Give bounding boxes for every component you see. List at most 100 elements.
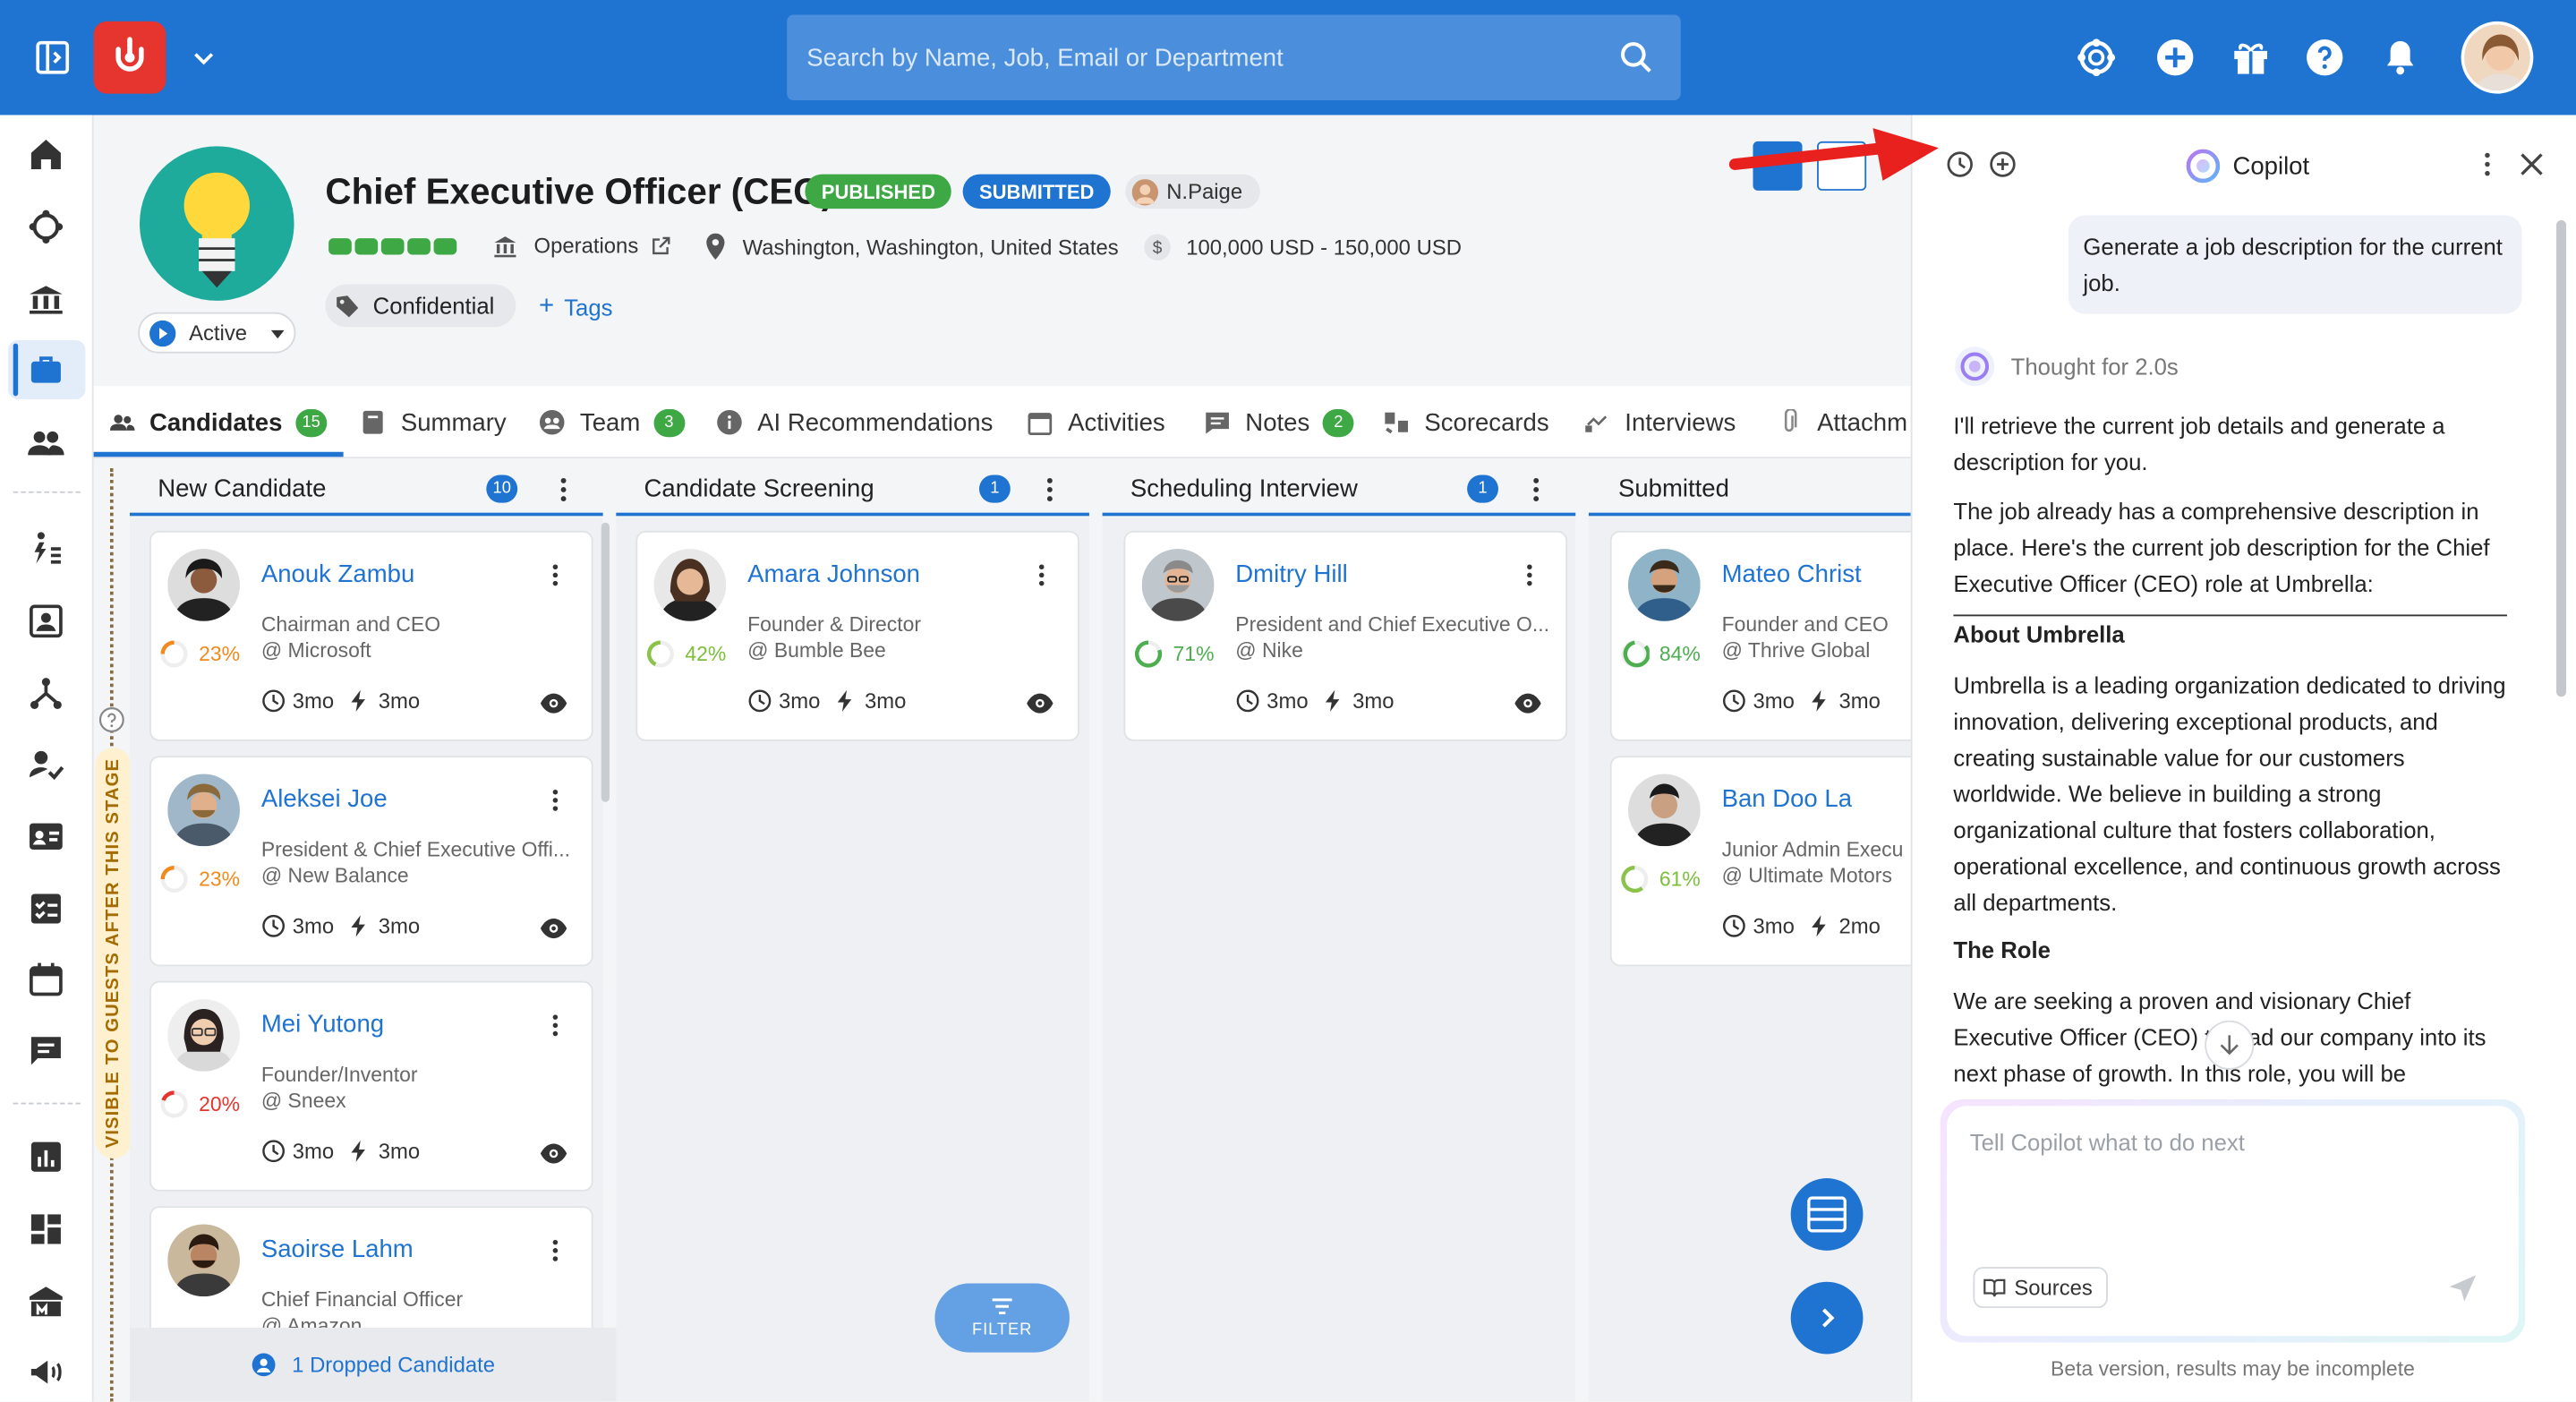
tab-interviews[interactable]: Interviews — [1583, 386, 1736, 458]
candidate-name[interactable]: Amara Johnson — [747, 560, 920, 588]
tab-team[interactable]: Team 3 — [539, 386, 685, 458]
prompt-input[interactable] — [1966, 1125, 2493, 1225]
list-view-icon — [1807, 1196, 1847, 1233]
score-ring-icon — [160, 865, 188, 893]
tasks-checklist-icon[interactable] — [26, 889, 65, 928]
external-link-icon[interactable] — [650, 235, 671, 256]
card-menu-icon[interactable] — [542, 560, 568, 590]
list-view-button[interactable] — [1790, 1178, 1864, 1251]
candidate-name[interactable]: Saoirse Lahm — [261, 1235, 414, 1263]
candidate-name[interactable]: Aleksei Joe — [261, 785, 388, 813]
stage-submitted[interactable]: Submitted — [1588, 464, 1911, 517]
card-menu-icon[interactable] — [1028, 560, 1054, 590]
candidate-name[interactable]: Dmitry Hill — [1235, 560, 1347, 588]
tab-attachments[interactable]: Attachm — [1776, 386, 1907, 458]
search-icon[interactable] — [1618, 39, 1654, 75]
bolt-icon — [351, 689, 366, 712]
approvals-icon[interactable] — [26, 744, 65, 783]
eye-icon[interactable] — [539, 917, 568, 940]
home-icon[interactable] — [26, 135, 65, 175]
help-icon[interactable] — [2303, 36, 2346, 79]
tab-notes[interactable]: Notes 2 — [1204, 386, 1354, 458]
candidate-card[interactable]: Aleksei Joe President & Chief Executive … — [149, 756, 593, 967]
thought-indicator[interactable]: Thought for 2.0s — [1953, 345, 2179, 388]
ai-assistant-icon[interactable] — [2075, 36, 2118, 79]
add-icon[interactable] — [2154, 36, 2196, 79]
help-circle-icon[interactable] — [98, 706, 124, 732]
sidebar-toggle-icon[interactable] — [33, 38, 73, 77]
org-chart-icon[interactable] — [26, 674, 65, 714]
card-menu-icon[interactable] — [542, 1011, 568, 1040]
user-avatar[interactable] — [2461, 21, 2534, 94]
company-icon[interactable] — [26, 279, 65, 319]
candidate-name[interactable]: Ban Doo La — [1722, 785, 1852, 813]
stage-scheduling-interview[interactable]: Scheduling Interview — [1102, 464, 1576, 517]
copilot-scrollbar[interactable] — [2556, 219, 2567, 697]
stage-menu-icon[interactable] — [549, 474, 578, 504]
new-chat-icon[interactable] — [1988, 150, 2017, 179]
annotation-arrow-icon — [1728, 128, 1939, 181]
eye-icon[interactable] — [1513, 692, 1542, 715]
candidate-card[interactable]: Anouk Zambu Chairman and CEO @ Microsoft… — [149, 530, 593, 741]
announcements-icon[interactable] — [26, 1353, 65, 1392]
jobs-briefcase-icon[interactable] — [26, 350, 65, 389]
job-status-dropdown[interactable]: Active — [138, 312, 296, 354]
more-options-icon[interactable] — [2472, 150, 2502, 179]
tab-scorecards[interactable]: Scorecards — [1383, 386, 1549, 458]
candidate-card[interactable]: Dmitry Hill President and Chief Executiv… — [1123, 530, 1568, 741]
notifications-icon[interactable] — [2379, 36, 2422, 79]
dashboard-icon[interactable] — [26, 1210, 65, 1249]
add-tags-button[interactable]: + Tags — [539, 293, 612, 322]
ai-hub-icon[interactable] — [26, 207, 65, 246]
filter-button[interactable]: FILTER — [934, 1283, 1070, 1353]
card-menu-icon[interactable] — [542, 1235, 568, 1265]
clock-icon — [1722, 914, 1745, 937]
chevron-down-icon[interactable] — [187, 41, 220, 74]
candidate-card[interactable]: Mei Yutong Founder/Inventor @ Sneex 20% … — [149, 980, 593, 1192]
stage-candidate-screening[interactable]: Candidate Screening — [616, 464, 1089, 517]
tab-summary[interactable]: Summary — [360, 386, 507, 458]
eye-icon[interactable] — [1025, 692, 1054, 715]
candidate-card[interactable]: Saoirse Lahm Chief Financial Officer @ A… — [149, 1206, 593, 1329]
messages-icon[interactable] — [26, 1032, 65, 1072]
card-menu-icon[interactable] — [1516, 560, 1542, 590]
sources-button[interactable]: Sources — [1973, 1267, 2108, 1309]
eye-icon[interactable] — [539, 692, 568, 715]
column-scrollbar[interactable] — [601, 522, 610, 802]
candidate-name[interactable]: Mei Yutong — [261, 1011, 384, 1039]
app-logo[interactable] — [93, 21, 166, 94]
close-icon[interactable] — [2517, 150, 2546, 179]
scroll-down-button[interactable] — [2205, 1020, 2255, 1070]
reports-chart-icon[interactable] — [26, 1137, 65, 1176]
job-department[interactable]: Operations — [493, 234, 671, 258]
published-badge: PUBLISHED — [805, 174, 952, 209]
candidate-card[interactable]: Amara Johnson Founder & Director @ Bumbl… — [635, 530, 1079, 741]
dropped-candidates-link[interactable]: 1 Dropped Candidate — [130, 1328, 617, 1402]
tab-ai-recommendations[interactable]: AI Recommendations — [716, 386, 993, 458]
candidate-name[interactable]: Anouk Zambu — [261, 560, 414, 588]
tab-activities[interactable]: Activities — [1027, 386, 1165, 458]
eye-icon[interactable] — [539, 1142, 568, 1166]
candidates-people-icon[interactable] — [26, 423, 65, 462]
candidate-card[interactable]: Ban Doo La Junior Admin Execu @ Ultimate… — [1609, 756, 1911, 967]
stage-menu-icon[interactable] — [1035, 474, 1064, 504]
id-badge-icon[interactable] — [26, 816, 65, 856]
confidential-tag[interactable]: Confidential — [325, 284, 516, 328]
card-menu-icon[interactable] — [542, 785, 568, 815]
candidate-card[interactable]: Mateo Christ Founder and CEO @ Thrive Gl… — [1609, 530, 1911, 741]
job-owner-chip[interactable]: N.Paige — [1125, 174, 1260, 209]
stage-menu-icon[interactable] — [1522, 474, 1551, 504]
next-stages-button[interactable] — [1790, 1281, 1864, 1355]
stage-new-candidate[interactable]: New Candidate — [130, 464, 603, 517]
onboarding-icon[interactable] — [26, 529, 65, 568]
marketplace-icon[interactable] — [26, 1282, 65, 1321]
history-icon[interactable] — [1945, 150, 1975, 179]
search-input[interactable] — [787, 14, 1592, 100]
candidate-name[interactable]: Mateo Christ — [1722, 560, 1862, 588]
send-icon[interactable] — [2446, 1272, 2479, 1305]
tab-candidates[interactable]: Candidates 15 — [108, 386, 328, 458]
contact-card-icon[interactable] — [26, 602, 65, 641]
calendar-icon[interactable] — [26, 960, 65, 999]
gift-icon[interactable] — [2230, 36, 2273, 79]
stage-name: Candidate Screening — [644, 474, 874, 502]
